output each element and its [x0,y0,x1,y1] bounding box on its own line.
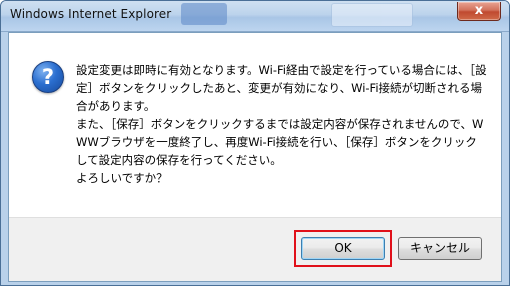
close-button[interactable]: x [457,2,501,21]
dialog-body: ? 設定変更は即時に有効となります。Wi-Fi経由で設定を行っている場合には、［… [8,32,502,282]
dialog-window: Windows Internet Explorer x ? 設定変更は即時に有効… [0,0,510,286]
question-icon: ? [32,61,64,93]
ok-button[interactable]: OK [301,237,385,260]
cancel-button[interactable]: キャンセル [398,237,482,260]
message-text: 設定変更は即時に有効となります。Wi-Fi経由で設定を行っている場合には、［設定… [76,63,487,185]
window-title: Windows Internet Explorer [10,7,172,21]
title-bar[interactable]: Windows Internet Explorer x [1,1,509,32]
background-tab [331,3,413,27]
background-tab [181,3,227,25]
message-area: ? 設定変更は即時に有効となります。Wi-Fi経由で設定を行っている場合には、［… [9,33,501,218]
